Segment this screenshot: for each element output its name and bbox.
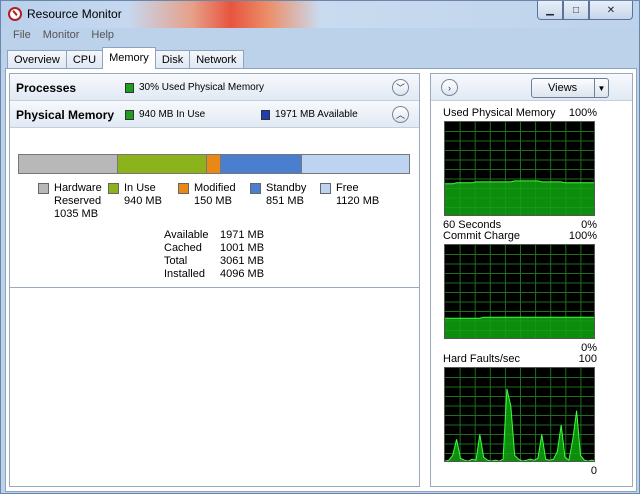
collapse-physical-memory-button[interactable]: ︿ <box>392 106 409 123</box>
legend-value: 851 MB <box>266 195 304 207</box>
legend-label: Modified <box>194 182 236 194</box>
used-memory-graph <box>445 122 594 215</box>
memory-legend: Hardware Reserved 1035 MB In Use 940 MB … <box>10 182 420 222</box>
graph-area <box>445 180 594 215</box>
views-label: Views <box>548 82 578 94</box>
maximize-icon: □ <box>572 4 580 16</box>
graph-max-label: 100 <box>578 353 597 365</box>
stat-value: 1001 MB <box>220 242 265 254</box>
in-use-summary: 940 MB In Use <box>139 109 206 120</box>
close-icon: ✕ <box>606 4 616 16</box>
views-dropdown[interactable]: Views ▼ <box>531 78 609 98</box>
processes-section-header[interactable]: Processes 30% Used Physical Memory ﹀ <box>10 74 419 101</box>
memory-details-panel: Processes 30% Used Physical Memory ﹀ Phy… <box>9 73 420 487</box>
commit-charge-graph <box>445 245 594 338</box>
stat-cached: Cached 1001 MB <box>164 242 284 255</box>
tab-strip: Overview CPU Memory Disk Network <box>7 47 244 69</box>
graph-max-label: 100% <box>568 230 597 242</box>
memory-stats: Available 1971 MB Cached 1001 MB Total 3… <box>164 229 284 281</box>
hard-faults-graph <box>445 368 594 461</box>
graph-min-label: 0 <box>590 465 597 477</box>
legend-value: 150 MB <box>194 195 232 207</box>
memory-bar-segment-hardware <box>19 155 118 173</box>
chevron-down-icon: ﹀ <box>395 83 405 93</box>
legend-label-line2: Reserved <box>54 195 102 207</box>
hide-graphs-button[interactable]: › <box>441 79 458 96</box>
physical-memory-title: Physical Memory <box>16 108 115 122</box>
close-button[interactable]: ✕ <box>589 1 633 20</box>
tab-overview[interactable]: Overview <box>7 50 67 69</box>
tab-disk[interactable]: Disk <box>154 50 191 69</box>
graphs-panel-header: › Views ▼ <box>431 74 632 101</box>
in-use-swatch <box>108 183 119 194</box>
graph-max-label: 100% <box>568 107 597 119</box>
expand-processes-button[interactable]: ﹀ <box>392 79 409 96</box>
legend-label: Free <box>336 182 359 194</box>
in-use-swatch <box>125 110 134 120</box>
legend-value: 1120 MB <box>336 195 380 207</box>
menu-bar: File Monitor Help <box>1 28 639 45</box>
title-bar[interactable]: Resource Monitor ▁ □ ✕ <box>1 1 639 28</box>
menu-help[interactable]: Help <box>85 28 120 45</box>
available-swatch <box>261 110 270 120</box>
hardware-reserved-swatch <box>38 183 49 194</box>
memory-bar-segment-standby <box>221 155 303 173</box>
stat-label: Available <box>164 229 209 241</box>
graph-title: Hard Faults/sec <box>443 353 521 365</box>
resource-monitor-icon <box>8 7 22 21</box>
legend-value: 1035 MB <box>54 208 99 220</box>
stat-value: 1971 MB <box>220 229 265 241</box>
menu-file[interactable]: File <box>7 28 37 45</box>
stat-value: 4096 MB <box>220 268 265 280</box>
legend-value: 940 MB <box>124 195 162 207</box>
stat-label: Cached <box>164 242 202 254</box>
graph-canvas <box>444 244 595 339</box>
memory-bar-segment-modified <box>207 155 222 173</box>
maximize-button[interactable]: □ <box>563 1 589 20</box>
available-summary: 1971 MB Available <box>275 109 358 120</box>
legend-label: In Use <box>124 182 156 194</box>
free-swatch <box>320 183 331 194</box>
physical-memory-section-header[interactable]: Physical Memory 940 MB In Use 1971 MB Av… <box>10 101 419 128</box>
tab-memory[interactable]: Memory <box>102 47 156 69</box>
graph-area <box>445 317 594 338</box>
chevron-right-icon: › <box>448 82 451 93</box>
window-title: Resource Monitor <box>27 7 122 21</box>
stat-label: Total <box>164 255 188 267</box>
tab-network[interactable]: Network <box>189 50 244 69</box>
graph-canvas <box>444 121 595 216</box>
resource-monitor-window: Resource Monitor ▁ □ ✕ File Monitor Help… <box>0 0 640 494</box>
tab-content: Processes 30% Used Physical Memory ﹀ Phy… <box>5 68 637 492</box>
memory-bar-segment-in-use <box>117 155 208 173</box>
stat-available: Available 1971 MB <box>164 229 284 242</box>
graph-title: Used Physical Memory <box>443 107 556 119</box>
menu-monitor[interactable]: Monitor <box>37 28 86 45</box>
legend-label: Standby <box>266 182 307 194</box>
memory-bar-segment-free <box>302 155 409 173</box>
used-memory-swatch <box>125 83 134 93</box>
legend-label: Hardware <box>54 182 102 194</box>
section-divider <box>10 287 419 288</box>
processes-status: 30% Used Physical Memory <box>139 82 265 93</box>
modified-swatch <box>178 183 189 194</box>
minimize-button[interactable]: ▁ <box>537 1 563 20</box>
stat-total: Total 3061 MB <box>164 255 284 268</box>
graphs-panel: › Views ▼ Used Physical Memory 100% 60 S… <box>430 73 633 487</box>
stat-value: 3061 MB <box>220 255 265 267</box>
graph-title: Commit Charge <box>443 230 521 242</box>
minimize-icon: ▁ <box>546 4 554 16</box>
standby-swatch <box>250 183 261 194</box>
memory-usage-bar <box>18 154 410 174</box>
stat-installed: Installed 4096 MB <box>164 268 284 281</box>
tab-cpu[interactable]: CPU <box>65 50 104 69</box>
chevron-up-icon: ︿ <box>395 110 405 120</box>
stat-label: Installed <box>164 268 205 280</box>
graph-canvas <box>444 367 595 462</box>
processes-title: Processes <box>16 81 77 95</box>
dropdown-arrow-icon[interactable]: ▼ <box>594 79 608 97</box>
